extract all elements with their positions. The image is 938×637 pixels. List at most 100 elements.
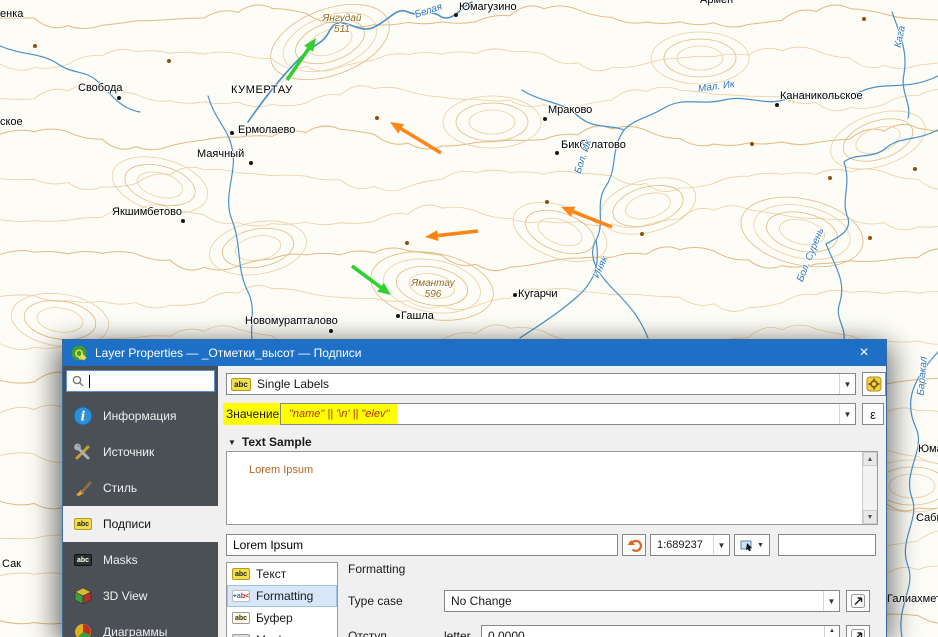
tab-mask[interactable]: abc Mask xyxy=(227,629,337,637)
info-icon: i xyxy=(72,405,94,427)
expression-builder-button[interactable]: ε xyxy=(862,403,884,425)
expression-text: "name" || '\n' || "elev" xyxy=(281,404,397,424)
settlement-dot xyxy=(181,219,185,223)
place-label: Якшимбетово xyxy=(112,206,182,218)
text-sample-preview: Lorem Ipsum ▲ ▼ xyxy=(226,451,878,525)
preview-scrollbar[interactable]: ▲ ▼ xyxy=(862,452,877,524)
elevation-point xyxy=(828,176,832,180)
scroll-down-icon[interactable]: ▼ xyxy=(863,510,877,524)
tab-text[interactable]: abc Текст xyxy=(227,563,337,585)
expression-dropdown[interactable]: "name" || '\n' || "elev" ▼ xyxy=(280,403,856,425)
river-label: Бол. Сурень xyxy=(795,227,827,284)
tab-label: Текст xyxy=(256,567,286,581)
sidebar-item-labels[interactable]: abc Подписи xyxy=(63,506,218,542)
tab-label: Буфер xyxy=(256,611,293,625)
elevation-point xyxy=(167,59,171,63)
sidebar-item-masks[interactable]: abc Masks xyxy=(63,542,218,578)
properties-sidebar: i Информация Источник Стиль xyxy=(63,366,218,637)
elevation-point xyxy=(640,232,644,236)
settlement-dot xyxy=(329,329,333,333)
settlement-dot xyxy=(454,13,458,17)
elevation-point xyxy=(913,167,917,171)
data-defined-override-button[interactable] xyxy=(846,625,870,637)
masks-abc-icon: abc xyxy=(72,549,94,571)
unit-label: letter xyxy=(444,629,471,637)
dropdown-arrow-icon: ▼ xyxy=(839,374,855,394)
tab-buffer[interactable]: abc Буфер xyxy=(227,607,337,629)
sample-background-field[interactable] xyxy=(778,534,876,556)
data-defined-override-button[interactable] xyxy=(846,590,870,612)
settlement-dot xyxy=(543,117,547,121)
elevation-point xyxy=(375,116,379,120)
settlement-dot xyxy=(555,151,559,155)
text-sample-header[interactable]: ▼ Text Sample xyxy=(228,435,312,449)
scale-value: 1:689237 xyxy=(651,539,713,551)
settlement-dot xyxy=(775,103,779,107)
label-mode-dropdown[interactable]: abc Single Labels ▼ xyxy=(226,373,856,395)
close-button[interactable]: × xyxy=(848,340,880,366)
sidebar-item-source[interactable]: Источник xyxy=(63,434,218,470)
type-case-value: No Change xyxy=(445,594,823,608)
river-label: Кага xyxy=(893,25,908,49)
place-label: Кананикольское xyxy=(780,90,863,102)
sidebar-item-label: Стиль xyxy=(103,481,137,495)
abc-label-icon: abc xyxy=(72,513,94,535)
elevation-label: Янгудай511 xyxy=(323,13,362,35)
elevation-point xyxy=(750,142,754,146)
sample-text-input[interactable] xyxy=(226,534,618,556)
river-label: Мал. Ик xyxy=(697,79,735,95)
pie-chart-icon xyxy=(72,621,94,637)
elevation-point xyxy=(868,236,872,240)
label-style-tabs: abc Текст +ab< Formatting abc Буфер abc … xyxy=(226,562,338,637)
sidebar-search[interactable] xyxy=(66,370,215,392)
place-label: ское xyxy=(0,116,23,128)
preview-scale-dropdown[interactable]: 1:689237 ▼ xyxy=(650,534,730,556)
reset-sample-button[interactable] xyxy=(622,534,646,556)
map-pointer-icon xyxy=(740,538,754,552)
search-input[interactable] xyxy=(95,374,209,388)
tab-formatting[interactable]: +ab< Formatting xyxy=(227,585,337,607)
svg-text:i: i xyxy=(81,410,86,425)
type-case-dropdown[interactable]: No Change ▼ xyxy=(444,590,840,612)
sidebar-item-diagrams[interactable]: Диаграммы xyxy=(63,614,218,637)
undo-arrow-icon xyxy=(627,538,642,553)
formatting-icon: +ab< xyxy=(232,590,250,602)
place-label: Ермолаево xyxy=(238,124,295,136)
formatting-header: Formatting xyxy=(348,562,405,576)
set-scale-from-map-button[interactable]: ▼ xyxy=(734,534,770,556)
sidebar-item-label: Источник xyxy=(103,445,154,459)
layer-properties-dialog: Q Layer Properties — _Отметки_высот — По… xyxy=(62,339,887,637)
sample-preview-text: Lorem Ipsum xyxy=(249,464,313,476)
placement-settings-icon xyxy=(866,376,882,392)
place-label: Кугарчи xyxy=(518,288,558,300)
epsilon-icon: ε xyxy=(870,407,876,422)
settlement-dot xyxy=(230,131,234,135)
sidebar-item-label: Диаграммы xyxy=(103,625,167,637)
elevation-point xyxy=(862,17,866,21)
sidebar-item-label: 3D View xyxy=(103,589,147,603)
river-label: Иняк xyxy=(591,255,611,280)
dropdown-arrow-icon: ▼ xyxy=(757,542,764,549)
dialog-titlebar[interactable]: Q Layer Properties — _Отметки_высот — По… xyxy=(63,340,886,366)
text-abc-icon: abc xyxy=(232,568,250,580)
type-case-label: Type case xyxy=(348,594,403,608)
place-label: Саби xyxy=(916,512,938,524)
place-label: енка xyxy=(0,8,23,20)
letter-spacing-spinbox[interactable]: 0,0000 ▲ ▼ xyxy=(481,625,840,637)
scroll-up-icon[interactable]: ▲ xyxy=(863,452,877,466)
tab-label: Formatting xyxy=(256,589,313,603)
text-caret xyxy=(89,375,90,388)
automated-placement-settings-button[interactable] xyxy=(862,372,886,396)
buffer-abc-icon: abc xyxy=(232,612,250,624)
river-label: Баракал xyxy=(916,356,930,396)
place-label: Мраково xyxy=(548,104,592,116)
sidebar-item-3d-view[interactable]: 3D View xyxy=(63,578,218,614)
sidebar-item-information[interactable]: i Информация xyxy=(63,398,218,434)
sidebar-item-symbology[interactable]: Стиль xyxy=(63,470,218,506)
qgis-logo-icon: Q xyxy=(71,345,87,361)
place-label: Галиахмет xyxy=(887,593,938,605)
dropdown-arrow-icon: ▼ xyxy=(823,591,839,611)
place-label: КУМЕРТАУ xyxy=(231,84,293,96)
place-label: Юма xyxy=(918,443,938,455)
spin-up-icon[interactable]: ▲ xyxy=(825,626,839,636)
